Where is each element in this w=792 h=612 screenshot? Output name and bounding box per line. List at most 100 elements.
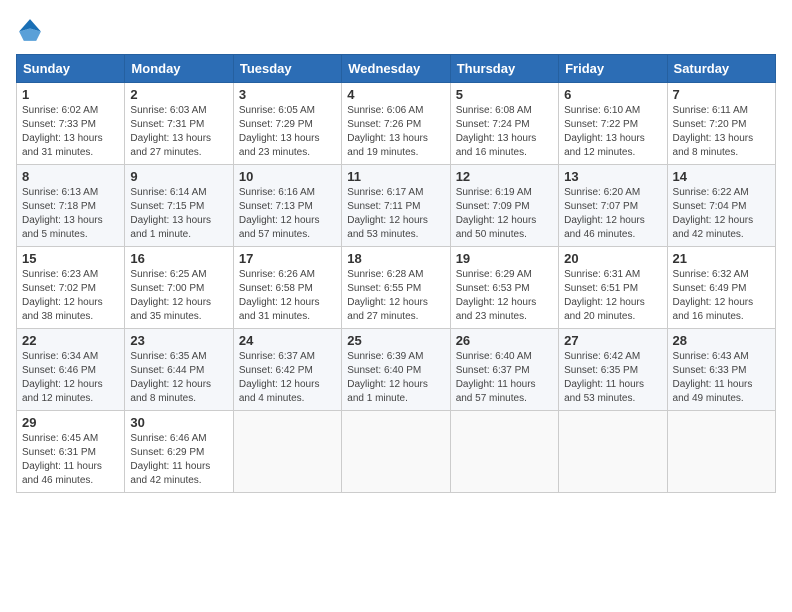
day-info: Sunrise: 6:05 AM Sunset: 7:29 PM Dayligh… — [239, 104, 336, 160]
sunset-label: Sunset: 6:55 PM — [347, 283, 421, 294]
daylight-label: Daylight: 13 hours and 31 minutes. — [22, 133, 103, 158]
sunset-label: Sunset: 6:35 PM — [564, 365, 638, 376]
day-info: Sunrise: 6:22 AM Sunset: 7:04 PM Dayligh… — [673, 186, 770, 242]
sunrise-label: Sunrise: 6:05 AM — [239, 105, 315, 116]
day-number: 6 — [564, 87, 661, 102]
sunset-label: Sunset: 7:18 PM — [22, 201, 96, 212]
daylight-label: Daylight: 12 hours and 27 minutes. — [347, 297, 428, 322]
daylight-label: Daylight: 13 hours and 8 minutes. — [673, 133, 754, 158]
sunrise-label: Sunrise: 6:06 AM — [347, 105, 423, 116]
weekday-header-saturday: Saturday — [667, 55, 775, 83]
day-number: 19 — [456, 251, 553, 266]
day-info: Sunrise: 6:40 AM Sunset: 6:37 PM Dayligh… — [456, 350, 553, 406]
day-number: 12 — [456, 169, 553, 184]
daylight-label: Daylight: 12 hours and 38 minutes. — [22, 297, 103, 322]
day-info: Sunrise: 6:31 AM Sunset: 6:51 PM Dayligh… — [564, 268, 661, 324]
day-number: 3 — [239, 87, 336, 102]
calendar-cell: 28 Sunrise: 6:43 AM Sunset: 6:33 PM Dayl… — [667, 329, 775, 411]
calendar-cell: 27 Sunrise: 6:42 AM Sunset: 6:35 PM Dayl… — [559, 329, 667, 411]
sunset-label: Sunset: 6:42 PM — [239, 365, 313, 376]
sunrise-label: Sunrise: 6:02 AM — [22, 105, 98, 116]
daylight-label: Daylight: 12 hours and 16 minutes. — [673, 297, 754, 322]
sunset-label: Sunset: 6:29 PM — [130, 447, 204, 458]
daylight-label: Daylight: 12 hours and 46 minutes. — [564, 215, 645, 240]
sunset-label: Sunset: 6:31 PM — [22, 447, 96, 458]
calendar-cell: 3 Sunrise: 6:05 AM Sunset: 7:29 PM Dayli… — [233, 83, 341, 165]
sunrise-label: Sunrise: 6:23 AM — [22, 269, 98, 280]
sunset-label: Sunset: 7:00 PM — [130, 283, 204, 294]
day-number: 4 — [347, 87, 444, 102]
calendar-cell — [342, 411, 450, 493]
sunset-label: Sunset: 6:49 PM — [673, 283, 747, 294]
sunset-label: Sunset: 6:46 PM — [22, 365, 96, 376]
daylight-label: Daylight: 12 hours and 31 minutes. — [239, 297, 320, 322]
weekday-header-wednesday: Wednesday — [342, 55, 450, 83]
calendar-cell: 8 Sunrise: 6:13 AM Sunset: 7:18 PM Dayli… — [17, 165, 125, 247]
calendar-cell: 29 Sunrise: 6:45 AM Sunset: 6:31 PM Dayl… — [17, 411, 125, 493]
calendar-cell: 4 Sunrise: 6:06 AM Sunset: 7:26 PM Dayli… — [342, 83, 450, 165]
day-info: Sunrise: 6:26 AM Sunset: 6:58 PM Dayligh… — [239, 268, 336, 324]
sunset-label: Sunset: 7:04 PM — [673, 201, 747, 212]
day-info: Sunrise: 6:42 AM Sunset: 6:35 PM Dayligh… — [564, 350, 661, 406]
sunset-label: Sunset: 7:15 PM — [130, 201, 204, 212]
day-number: 18 — [347, 251, 444, 266]
weekday-header-sunday: Sunday — [17, 55, 125, 83]
sunset-label: Sunset: 6:53 PM — [456, 283, 530, 294]
weekday-header-tuesday: Tuesday — [233, 55, 341, 83]
day-number: 23 — [130, 333, 227, 348]
calendar-cell: 5 Sunrise: 6:08 AM Sunset: 7:24 PM Dayli… — [450, 83, 558, 165]
day-number: 9 — [130, 169, 227, 184]
day-info: Sunrise: 6:29 AM Sunset: 6:53 PM Dayligh… — [456, 268, 553, 324]
calendar-cell: 14 Sunrise: 6:22 AM Sunset: 7:04 PM Dayl… — [667, 165, 775, 247]
daylight-label: Daylight: 12 hours and 4 minutes. — [239, 379, 320, 404]
daylight-label: Daylight: 12 hours and 1 minute. — [347, 379, 428, 404]
page-header — [16, 16, 776, 44]
day-info: Sunrise: 6:02 AM Sunset: 7:33 PM Dayligh… — [22, 104, 119, 160]
day-number: 20 — [564, 251, 661, 266]
calendar-cell: 20 Sunrise: 6:31 AM Sunset: 6:51 PM Dayl… — [559, 247, 667, 329]
day-info: Sunrise: 6:14 AM Sunset: 7:15 PM Dayligh… — [130, 186, 227, 242]
sunrise-label: Sunrise: 6:43 AM — [673, 351, 749, 362]
day-number: 16 — [130, 251, 227, 266]
day-number: 8 — [22, 169, 119, 184]
sunrise-label: Sunrise: 6:10 AM — [564, 105, 640, 116]
calendar-cell: 25 Sunrise: 6:39 AM Sunset: 6:40 PM Dayl… — [342, 329, 450, 411]
day-info: Sunrise: 6:19 AM Sunset: 7:09 PM Dayligh… — [456, 186, 553, 242]
calendar-cell: 16 Sunrise: 6:25 AM Sunset: 7:00 PM Dayl… — [125, 247, 233, 329]
calendar-cell: 9 Sunrise: 6:14 AM Sunset: 7:15 PM Dayli… — [125, 165, 233, 247]
day-info: Sunrise: 6:34 AM Sunset: 6:46 PM Dayligh… — [22, 350, 119, 406]
calendar-cell: 23 Sunrise: 6:35 AM Sunset: 6:44 PM Dayl… — [125, 329, 233, 411]
day-number: 13 — [564, 169, 661, 184]
sunset-label: Sunset: 7:24 PM — [456, 119, 530, 130]
sunrise-label: Sunrise: 6:32 AM — [673, 269, 749, 280]
calendar-cell: 19 Sunrise: 6:29 AM Sunset: 6:53 PM Dayl… — [450, 247, 558, 329]
day-info: Sunrise: 6:16 AM Sunset: 7:13 PM Dayligh… — [239, 186, 336, 242]
day-info: Sunrise: 6:08 AM Sunset: 7:24 PM Dayligh… — [456, 104, 553, 160]
day-info: Sunrise: 6:37 AM Sunset: 6:42 PM Dayligh… — [239, 350, 336, 406]
daylight-label: Daylight: 12 hours and 50 minutes. — [456, 215, 537, 240]
sunrise-label: Sunrise: 6:19 AM — [456, 187, 532, 198]
calendar-cell — [450, 411, 558, 493]
daylight-label: Daylight: 12 hours and 20 minutes. — [564, 297, 645, 322]
sunrise-label: Sunrise: 6:22 AM — [673, 187, 749, 198]
day-info: Sunrise: 6:46 AM Sunset: 6:29 PM Dayligh… — [130, 432, 227, 488]
day-info: Sunrise: 6:10 AM Sunset: 7:22 PM Dayligh… — [564, 104, 661, 160]
daylight-label: Daylight: 12 hours and 53 minutes. — [347, 215, 428, 240]
day-number: 17 — [239, 251, 336, 266]
calendar-week-2: 8 Sunrise: 6:13 AM Sunset: 7:18 PM Dayli… — [17, 165, 776, 247]
weekday-header-thursday: Thursday — [450, 55, 558, 83]
daylight-label: Daylight: 12 hours and 12 minutes. — [22, 379, 103, 404]
day-number: 24 — [239, 333, 336, 348]
day-info: Sunrise: 6:45 AM Sunset: 6:31 PM Dayligh… — [22, 432, 119, 488]
sunrise-label: Sunrise: 6:40 AM — [456, 351, 532, 362]
day-number: 25 — [347, 333, 444, 348]
sunrise-label: Sunrise: 6:42 AM — [564, 351, 640, 362]
sunrise-label: Sunrise: 6:03 AM — [130, 105, 206, 116]
day-number: 5 — [456, 87, 553, 102]
weekday-header-friday: Friday — [559, 55, 667, 83]
calendar-cell — [233, 411, 341, 493]
sunrise-label: Sunrise: 6:08 AM — [456, 105, 532, 116]
sunset-label: Sunset: 7:11 PM — [347, 201, 420, 212]
calendar-cell: 15 Sunrise: 6:23 AM Sunset: 7:02 PM Dayl… — [17, 247, 125, 329]
sunset-label: Sunset: 6:51 PM — [564, 283, 638, 294]
